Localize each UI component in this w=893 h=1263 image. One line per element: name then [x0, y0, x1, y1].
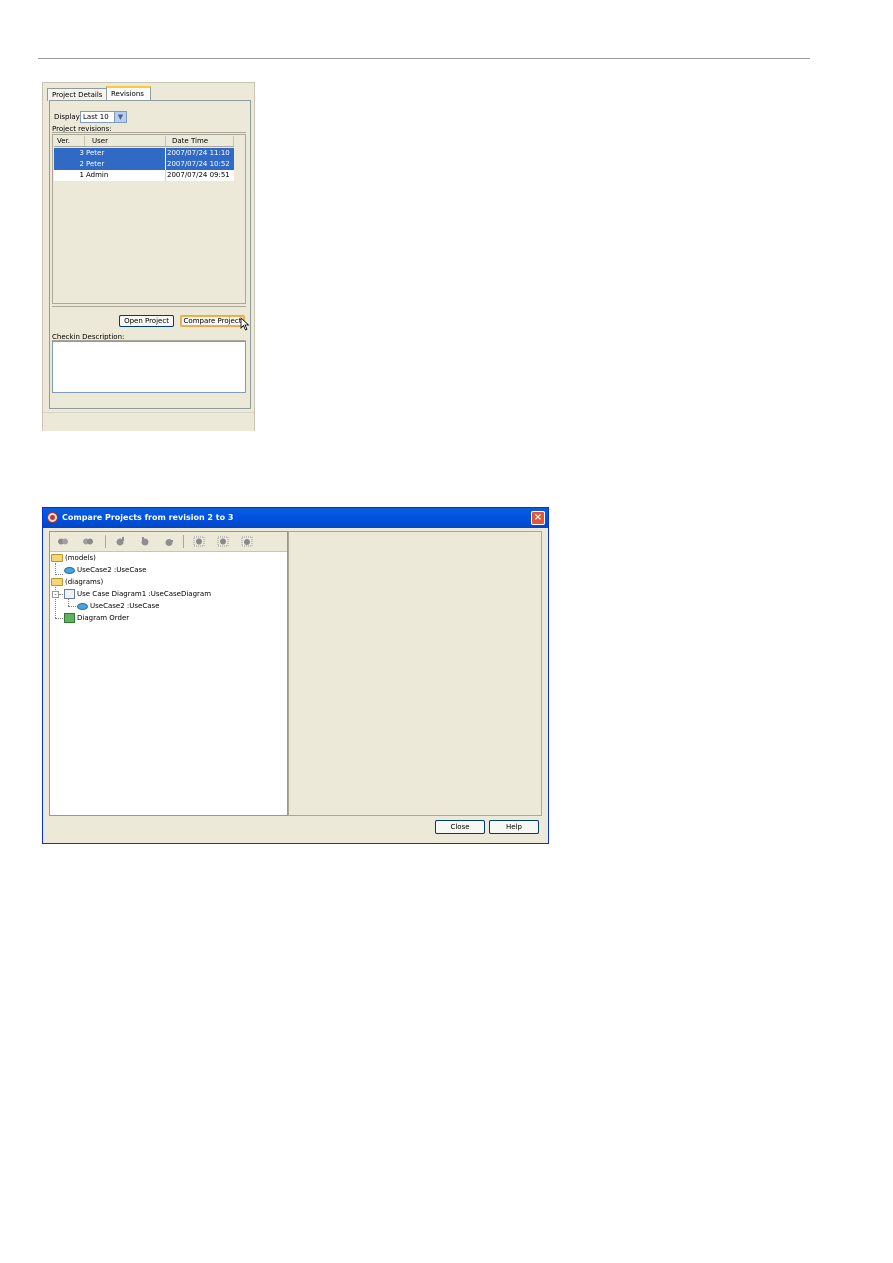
display-select-value: Last 10 [83, 113, 109, 121]
chevron-down-icon[interactable]: ▼ [114, 112, 126, 122]
use-case-icon [64, 566, 75, 574]
mouse-cursor-icon [240, 317, 250, 331]
cell-user: Admin [86, 170, 166, 181]
cell-user: Peter [86, 159, 166, 170]
use-case-icon [77, 602, 88, 610]
tree-node-label: UseCase2 :UseCase [90, 602, 160, 610]
tree-node-label: (models) [65, 554, 96, 562]
tree-node-models-folder[interactable]: (models) [51, 553, 96, 564]
folder-icon [51, 554, 63, 562]
tree-node-label: Use Case Diagram1 :UseCaseDiagram [77, 590, 212, 598]
dialog-titlebar[interactable]: Compare Projects from revision 2 to 3 × [43, 508, 548, 528]
tree-node-label: UseCase2 :UseCase [77, 566, 147, 574]
close-icon[interactable]: × [531, 511, 545, 525]
display-label: Display: [54, 113, 82, 121]
toolbar-separator [105, 535, 106, 548]
column-header-ver[interactable]: Ver. [54, 136, 85, 146]
revisions-table: Ver. User Date Time 3 Peter 2007/07/24 1… [52, 134, 246, 304]
tree-node-use-case-diagram[interactable]: Use Case Diagram1 :UseCaseDiagram [64, 589, 211, 600]
panel-footer [43, 412, 254, 431]
tree-connector [55, 574, 63, 575]
show-removed-icon[interactable] [241, 536, 253, 547]
filter-modified-icon[interactable] [139, 536, 151, 547]
table-row[interactable]: 1 Admin 2007/07/24 09:51 [54, 170, 234, 181]
section-divider [52, 132, 246, 133]
diagram-icon [64, 589, 75, 599]
tree-node-diagram-order[interactable]: Diagram Order [64, 613, 129, 624]
toolbar-separator [183, 535, 184, 548]
close-button[interactable]: Close [435, 820, 485, 834]
filter-added-icon[interactable] [115, 536, 127, 547]
cell-datetime: 2007/07/24 11:10 [167, 149, 230, 157]
show-added-icon[interactable] [193, 536, 205, 547]
table-row[interactable]: 2 Peter 2007/07/24 10:52 [54, 159, 234, 170]
display-select[interactable]: Last 10 ▼ [80, 111, 127, 123]
compare-projects-dialog: Compare Projects from revision 2 to 3 × … [42, 507, 549, 844]
expand-all-icon[interactable] [82, 536, 94, 547]
tree-connector [59, 594, 63, 595]
revisions-tab-body: Display: Last 10 ▼ Project revisions: Ve… [49, 100, 251, 409]
checkin-description-textarea[interactable] [52, 341, 246, 393]
tree-node-label: Diagram Order [77, 614, 130, 622]
collapse-all-icon[interactable] [57, 536, 69, 547]
show-modified-icon[interactable] [217, 536, 229, 547]
tree-connector [68, 599, 69, 606]
cell-ver: 2 [79, 160, 84, 168]
tab-project-details-label: Project Details [52, 91, 103, 99]
dialog-title: Compare Projects from revision 2 to 3 [62, 513, 234, 522]
section-divider [52, 306, 246, 307]
tree-node-label: (diagrams) [65, 578, 104, 586]
table-header: Ver. User Date Time [54, 136, 234, 147]
comparison-detail-pane [288, 531, 542, 816]
cell-ver: 3 [79, 149, 84, 157]
tree-collapse-toggle[interactable]: - [52, 591, 59, 598]
tree-node-models-usecase[interactable]: UseCase2 :UseCase [64, 565, 146, 576]
tree-connector [55, 618, 63, 619]
table-row[interactable]: 3 Peter 2007/07/24 11:10 [54, 148, 234, 159]
tree-node-diagrams-folder[interactable]: (diagrams) [51, 577, 103, 588]
folder-icon [51, 578, 63, 586]
cell-datetime: 2007/07/24 10:52 [167, 160, 230, 168]
open-project-button[interactable]: Open Project [119, 315, 174, 327]
diagram-order-icon [64, 613, 75, 623]
column-header-datetime[interactable]: Date Time [166, 136, 234, 146]
tab-revisions-label: Revisions [111, 90, 144, 98]
column-header-user[interactable]: User [85, 136, 166, 146]
tree-node-diagram-usecase[interactable]: UseCase2 :UseCase [77, 601, 159, 612]
app-logo-icon [47, 512, 58, 523]
page-top-rule [38, 58, 810, 59]
tree-toolbar [50, 532, 287, 552]
help-button[interactable]: Help [489, 820, 539, 834]
cell-user: Peter [86, 148, 166, 159]
revisions-panel: Project Details Revisions Display: Last … [42, 82, 255, 431]
comparison-tree-pane: (models) UseCase2 :UseCase (diagrams) - … [49, 531, 288, 816]
tree-connector [68, 606, 76, 607]
compare-project-button[interactable]: Compare Project [180, 315, 245, 327]
cell-ver: 1 [79, 171, 84, 179]
filter-removed-icon[interactable] [163, 536, 175, 547]
cell-datetime: 2007/07/24 09:51 [167, 171, 230, 179]
